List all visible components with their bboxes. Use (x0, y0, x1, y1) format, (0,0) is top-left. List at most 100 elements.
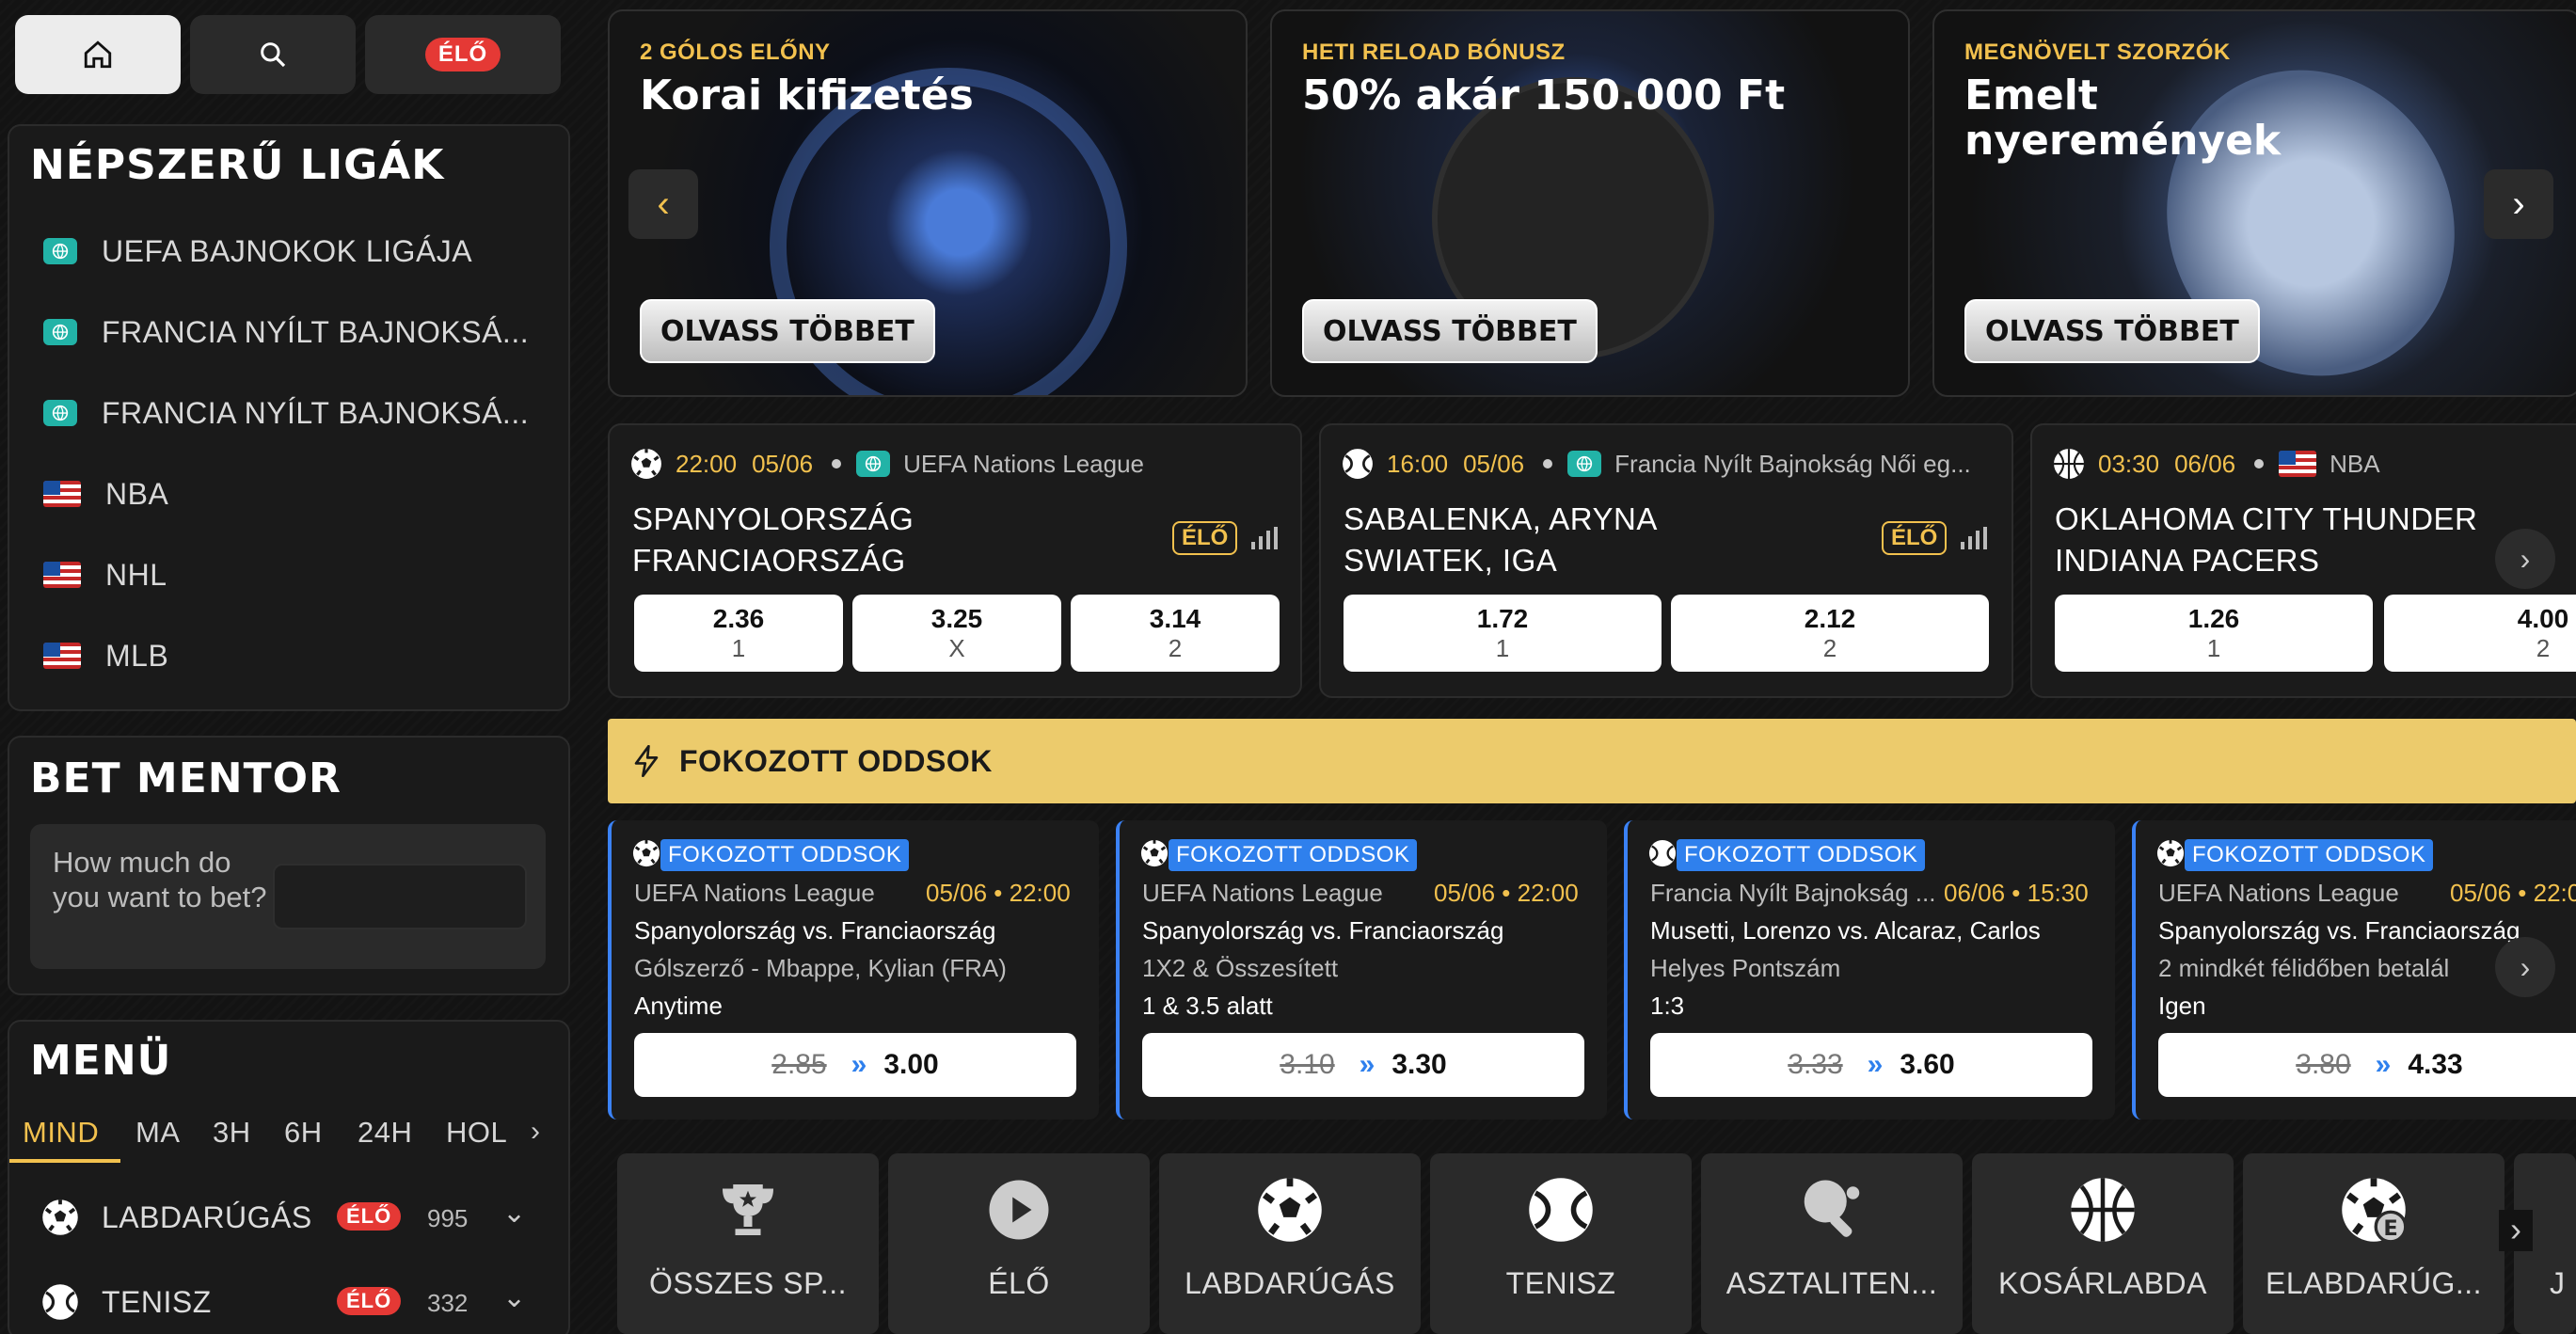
stats-icon[interactable] (1961, 527, 1987, 549)
banner-title: 50% akár 150.000 Ft (1302, 71, 1786, 119)
team-home: SPANYOLORSZÁG (632, 501, 914, 536)
search-tab[interactable] (190, 15, 356, 94)
soccer-ball-icon (2156, 839, 2185, 867)
search-icon (261, 42, 286, 68)
league-item-mlb[interactable]: MLB (43, 632, 168, 679)
card-market: Gólszerző - Mbappe, Kylian (FRA) (634, 954, 1007, 982)
tennis-ball-icon (1527, 1176, 1595, 1244)
globe-icon (856, 451, 891, 477)
odd-button-away[interactable]: 2.12 2 (1671, 595, 1989, 672)
match-card[interactable]: 16:00 05/06 Francia Nyílt Bajnokság Női … (1319, 423, 2013, 698)
chevron-left-icon: ‹ (657, 183, 670, 225)
timeframe-24h[interactable]: 24H (358, 1116, 412, 1150)
popular-leagues-title: NÉPSZERŰ LIGÁK (30, 141, 445, 189)
boosted-odd-button[interactable]: 3.10 » 3.30 (1142, 1033, 1584, 1097)
event-count: 995 (427, 1204, 469, 1232)
live-tab[interactable]: ÉLŐ (365, 15, 561, 94)
boosted-odd-button[interactable]: 2.85 » 3.00 (634, 1033, 1076, 1097)
odd-button-away[interactable]: 3.14 2 (1071, 595, 1280, 672)
chevron-right-icon: › (2520, 949, 2531, 984)
odd-button-away[interactable]: 4.00 2 (2384, 595, 2576, 672)
timeframe-more[interactable]: HOL (446, 1116, 519, 1150)
timeframe-all[interactable]: MIND (23, 1116, 99, 1150)
boosted-chip: FOKOZOTT ODDSOK (660, 839, 910, 871)
odd-button-home[interactable]: 2.36 1 (634, 595, 843, 672)
odd-button-draw[interactable]: 3.25 X (852, 595, 1061, 672)
timeframe-6h[interactable]: 6H (284, 1116, 323, 1150)
read-more-button[interactable]: OLVASS TÖBBET (1302, 299, 1598, 363)
odd-button-home[interactable]: 1.26 1 (2055, 595, 2373, 672)
separator-dot (1543, 459, 1553, 468)
card-selection: Igen (2158, 992, 2206, 1020)
soccer-ball-icon (1140, 839, 1169, 867)
league-item-nba[interactable]: NBA (43, 470, 168, 517)
banner-title: Korai kifizetés (640, 71, 974, 119)
bet-amount-input[interactable] (273, 864, 527, 929)
boosted-odds-card[interactable]: FOKOZOTT ODDSOK Francia Nyílt Bajnokság … (1624, 820, 2115, 1120)
boosted-chip: FOKOZOTT ODDSOK (1169, 839, 1418, 871)
live-indicator: ÉLŐ (1882, 521, 1948, 555)
league-item-nhl[interactable]: NHL (43, 551, 167, 598)
league-item-roland-garros-1[interactable]: FRANCIA NYÍLT BAJNOKSÁ... (43, 309, 529, 356)
new-odd: 3.30 (1391, 1049, 1447, 1080)
sport-tile-esoccer[interactable]: E ELABDARÚG... (2243, 1153, 2504, 1334)
boosted-odd-button[interactable]: 3.80 » 4.33 (2158, 1033, 2576, 1097)
us-flag-icon (43, 643, 81, 669)
card-datetime: 06/06 • 15:30 (1944, 879, 2089, 907)
sport-tile-soccer[interactable]: LABDARÚGÁS (1159, 1153, 1421, 1334)
boosted-next-button[interactable]: › (2495, 937, 2555, 997)
banner-kicker: MEGNÖVELT SZORZÓK (1964, 40, 2231, 65)
timeframe-3h[interactable]: 3H (213, 1116, 251, 1150)
timeframe-today[interactable]: MA (135, 1116, 181, 1150)
card-match: Spanyolország vs. Franciaország (634, 916, 996, 945)
read-more-button[interactable]: OLVASS TÖBBET (640, 299, 935, 363)
promo-banner-boosted-odds[interactable]: MEGNÖVELT SZORZÓK Emelt nyeremények OLVA… (1932, 9, 2576, 397)
match-time: 22:00 (676, 449, 738, 478)
separator-dot (832, 459, 842, 468)
tennis-ball-icon (1648, 839, 1677, 867)
match-card[interactable]: 22:00 05/06 UEFA Nations League SPANYOLO… (608, 423, 1302, 698)
globe-icon (1567, 451, 1602, 477)
boosted-odds-card[interactable]: FOKOZOTT ODDSOK UEFA Nations League 05/0… (1116, 820, 1607, 1120)
double-chevron-icon: » (1867, 1049, 1884, 1080)
carousel-next-button[interactable]: › (2484, 169, 2553, 239)
home-tab[interactable] (15, 15, 181, 94)
promo-banner-early-payout[interactable]: 2 GÓLOS ELŐNY Korai kifizetés OLVASS TÖB… (608, 9, 1248, 397)
matches-next-button[interactable]: › (2495, 529, 2555, 589)
live-badge: ÉLŐ (337, 1202, 402, 1231)
boosted-chip: FOKOZOTT ODDSOK (2185, 839, 2434, 871)
card-match: Spanyolország vs. Franciaország (1142, 916, 1504, 945)
bet-mentor-box: How much do you want to bet? (30, 824, 546, 969)
match-date: 05/06 (1463, 449, 1525, 478)
match-time: 03:30 (2098, 449, 2160, 478)
boosted-odd-button[interactable]: 3.33 » 3.60 (1650, 1033, 2092, 1097)
tennis-ball-icon (1342, 448, 1374, 480)
read-more-button[interactable]: OLVASS TÖBBET (1964, 299, 2260, 363)
chevron-down-icon[interactable]: ⌄ (502, 1281, 526, 1314)
sports-strip-next-button[interactable]: › (2499, 1210, 2533, 1251)
old-odd: 3.80 (2296, 1049, 2351, 1080)
menu-sport-tennis[interactable]: TENISZ (41, 1276, 212, 1328)
chevron-down-icon[interactable]: ⌄ (502, 1197, 526, 1230)
league-item-ucl[interactable]: UEFA BAJNOKOK LIGÁJA (43, 228, 472, 275)
promo-banner-reload-bonus[interactable]: HETI RELOAD BÓNUSZ 50% akár 150.000 Ft O… (1270, 9, 1910, 397)
stats-icon[interactable] (1251, 527, 1278, 549)
odd-button-home[interactable]: 1.72 1 (1344, 595, 1662, 672)
sport-tile-tennis[interactable]: TENISZ (1430, 1153, 1692, 1334)
sport-tile-basketball[interactable]: KOSÁRLABDA (1972, 1153, 2234, 1334)
match-card[interactable]: 03:30 06/06 NBA OKLAHOMA CITY THUNDER IN… (2030, 423, 2576, 698)
match-league: NBA (2330, 449, 2380, 478)
carousel-prev-button[interactable]: ‹ (628, 169, 698, 239)
new-odd: 3.60 (1900, 1049, 1955, 1080)
boosted-odds-card[interactable]: FOKOZOTT ODDSOK UEFA Nations League 05/0… (608, 820, 1099, 1120)
sport-tile-table-tennis[interactable]: ASZTALITEN... (1701, 1153, 1963, 1334)
new-odd: 3.00 (883, 1049, 939, 1080)
sport-tile-live[interactable]: ÉLŐ (888, 1153, 1150, 1334)
team-away: SWIATEK, IGA (1344, 543, 1558, 578)
chevron-right-icon[interactable]: › (531, 1116, 540, 1148)
sport-tile-all[interactable]: ÖSSZES SP... (617, 1153, 879, 1334)
menu-sport-soccer[interactable]: LABDARÚGÁS (41, 1191, 312, 1244)
card-league: Francia Nyílt Bajnokság ... (1650, 879, 1936, 907)
bet-mentor-title: BET MENTOR (30, 754, 342, 802)
league-item-roland-garros-2[interactable]: FRANCIA NYÍLT BAJNOKSÁ... (43, 389, 529, 437)
